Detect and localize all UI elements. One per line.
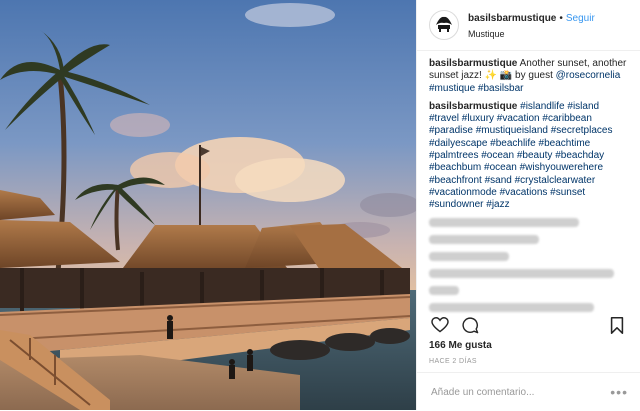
sunset-beach-bar-image <box>0 0 416 410</box>
comments-list: basilsbarmustique Another sunset, anothe… <box>429 58 630 320</box>
avatar-logo-icon <box>433 14 455 36</box>
caption-mention[interactable]: @rosecornelia <box>556 70 621 81</box>
caption: basilsbarmustique Another sunset, anothe… <box>429 58 630 95</box>
blurred-comment <box>429 217 579 227</box>
heart-icon <box>431 317 449 333</box>
post-location[interactable]: Mustique <box>468 28 595 41</box>
comment-hashtags[interactable]: #islandlife #island #travel #luxury #vac… <box>429 101 612 210</box>
caption-tag[interactable]: #mustique <box>429 83 475 94</box>
post-time[interactable]: HACE 2 DÍAS <box>429 358 477 365</box>
add-comment-bar: ••• <box>417 372 640 411</box>
instagram-post: basilsbarmustique • Seguir Mustique basils… <box>0 0 640 410</box>
comment-button[interactable] <box>459 314 481 336</box>
blurred-comment <box>429 268 614 278</box>
post-photo[interactable] <box>0 0 416 410</box>
header-text: basilsbarmustique • Seguir Mustique <box>468 10 595 41</box>
like-button[interactable] <box>429 314 451 336</box>
header-username[interactable]: basilsbarmustique <box>468 13 556 24</box>
bookmark-icon <box>610 316 624 334</box>
header-separator: • <box>559 12 563 24</box>
blurred-comment <box>429 302 594 312</box>
post-sidebar: basilsbarmustique • Seguir Mustique basils… <box>416 0 640 410</box>
post-header: basilsbarmustique • Seguir Mustique <box>417 0 640 51</box>
add-comment-input[interactable] <box>429 385 611 399</box>
blurred-comment <box>429 251 509 261</box>
more-options-icon[interactable]: ••• <box>610 384 628 400</box>
comment-username[interactable]: basilsbarmustique <box>429 101 517 112</box>
caption-username[interactable]: basilsbarmustique <box>429 58 517 69</box>
basils-bar-logo[interactable] <box>429 10 459 40</box>
blurred-comment <box>429 234 539 244</box>
blurred-comment <box>429 285 459 295</box>
hashtag-comment: basilsbarmustique #islandlife #island #t… <box>429 101 630 212</box>
caption-tag[interactable]: #basilsbar <box>478 83 524 94</box>
comment-icon <box>461 316 478 333</box>
action-bar <box>429 312 628 338</box>
follow-button[interactable]: Seguir <box>566 13 595 24</box>
likes-count[interactable]: 166 Me gusta <box>429 340 492 351</box>
blurred-comments <box>429 217 630 312</box>
save-button[interactable] <box>606 314 628 336</box>
